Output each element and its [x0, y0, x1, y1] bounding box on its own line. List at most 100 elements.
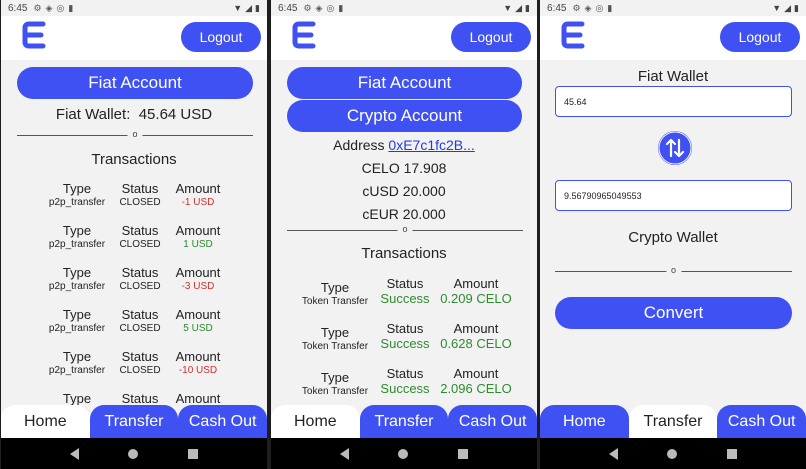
back-icon[interactable]: [608, 447, 618, 460]
logout-button[interactable]: Logout: [181, 22, 261, 52]
column-header: Amount: [175, 391, 221, 405]
android-nav-bar: [1, 438, 267, 469]
tab-cash-out[interactable]: Cash Out: [448, 405, 537, 438]
app-logo-icon: [22, 21, 46, 49]
status-value: CLOSED: [119, 281, 161, 292]
column-header: Status: [121, 391, 159, 405]
column-header: Amount: [453, 321, 499, 336]
column-header: Status: [386, 276, 424, 291]
fiat-account-button[interactable]: Fiat Account: [287, 67, 522, 99]
divider: o: [17, 129, 253, 140]
transactions-title: Transactions: [361, 245, 447, 262]
type-value: p2p_transfer: [48, 239, 106, 250]
back-icon[interactable]: [339, 447, 349, 460]
divider: o: [555, 265, 792, 276]
amount-cell: Amount 1 USD: [169, 223, 227, 251]
transfer-screen: 6:45 ⚙ ◈ ◎ ▮ ▼ ◢ ▮ Logout Fiat Wallet 45…: [540, 0, 806, 469]
fiat-amount-input[interactable]: 45.64: [555, 86, 792, 117]
fiat-wallet-value: 45.64 USD: [138, 106, 213, 123]
column-header: Type: [320, 325, 350, 340]
tab-cash-out[interactable]: Cash Out: [717, 405, 806, 438]
sd-card-status-icon: ▮: [607, 2, 613, 13]
recents-icon[interactable]: [458, 448, 469, 459]
status-value: CLOSED: [119, 239, 161, 250]
transfer-content: Fiat Wallet 45.64 9.56790965049553 Crypt…: [540, 60, 806, 405]
amount-value: 2.096 CELO: [440, 381, 512, 396]
table-row: Type p2p_transfer Status CLOSED Amount -1 USD: [1, 181, 267, 223]
table-row: Type Token Transfer Status Success Amount 2.0…: [271, 366, 537, 405]
logout-button[interactable]: Logout: [451, 22, 531, 52]
table-row: Type p2p_transfer Status CLOSED Amount -3 USD: [1, 265, 267, 307]
column-header: Status: [121, 307, 159, 322]
shield-status-icon: ◈: [45, 2, 53, 13]
status-cell: Status Success: [377, 366, 433, 396]
recents-icon[interactable]: [727, 448, 738, 459]
tab-home[interactable]: Home: [1, 405, 90, 438]
settings-status-icon: ⚙: [572, 2, 581, 13]
status-cell: Status: [115, 391, 165, 405]
settings-status-icon: ⚙: [303, 2, 312, 13]
tab-home[interactable]: Home: [271, 405, 360, 438]
column-header: Amount: [175, 349, 221, 364]
tab-home[interactable]: Home: [540, 405, 629, 438]
android-nav-bar: [540, 438, 806, 469]
android-nav-bar: [271, 438, 537, 469]
column-header: Amount: [453, 366, 499, 381]
tab-cash-out[interactable]: Cash Out: [178, 405, 267, 438]
bottom-tab-bar: Home Transfer Cash Out: [540, 405, 806, 438]
type-value: Token Transfer: [301, 386, 369, 397]
type-value: Token Transfer: [301, 296, 369, 307]
status-bar: 6:45 ⚙ ◈ ◎ ▮ ▼ ◢ ▮: [540, 0, 806, 16]
sync-status-icon: ◎: [595, 2, 604, 13]
column-header: Type: [62, 223, 92, 238]
amount-value: 0.628 CELO: [440, 336, 512, 351]
home-icon[interactable]: [667, 448, 678, 459]
convert-button[interactable]: Convert: [555, 297, 792, 329]
amount-value: -3 USD: [181, 281, 215, 292]
column-header: Status: [121, 349, 159, 364]
table-row: Type p2p_transfer Status CLOSED Amount 1 USD: [1, 223, 267, 265]
shield-status-icon: ◈: [584, 2, 592, 13]
logout-button[interactable]: Logout: [720, 22, 800, 52]
recents-icon[interactable]: [188, 448, 199, 459]
amount-cell: Amount: [169, 391, 227, 405]
amount-value: 0.209 CELO: [440, 291, 512, 306]
column-header: Type: [320, 280, 350, 295]
crypto-amount-input[interactable]: 9.56790965049553: [555, 180, 792, 211]
fiat-wallet-title: Fiat Wallet: [637, 68, 709, 85]
wifi-icon: ▼: [772, 2, 782, 13]
home-icon[interactable]: [398, 448, 409, 459]
fiat-wallet-balance: Fiat Wallet: 45.64 USD: [1, 106, 267, 123]
home-icon[interactable]: [128, 448, 139, 459]
accounts-content: Fiat Account Crypto Account Address 0xE7…: [271, 60, 537, 405]
battery-icon: ▮: [255, 2, 260, 13]
tab-transfer[interactable]: Transfer: [628, 405, 718, 438]
type-cell: Type p2p_transfer: [43, 349, 111, 377]
status-cell: Status CLOSED: [115, 265, 165, 293]
crypto-account-button[interactable]: Crypto Account: [287, 100, 522, 132]
divider-mark: o: [665, 265, 682, 275]
app-header: Logout: [540, 16, 806, 60]
tab-transfer[interactable]: Transfer: [89, 405, 179, 438]
signal-icon: ◢: [515, 2, 523, 13]
amount-value: 5 USD: [183, 323, 213, 334]
amount-cell: Amount -3 USD: [169, 265, 227, 293]
type-cell: Type p2p_transfer: [43, 265, 111, 293]
status-value: Success: [380, 381, 430, 396]
column-header: Status: [386, 321, 424, 336]
status-value: Success: [380, 291, 430, 306]
back-icon[interactable]: [69, 447, 79, 460]
table-row: Type p2p_transfer Status CLOSED Amount -10 US…: [1, 349, 267, 391]
amount-value: -10 USD: [178, 365, 218, 376]
swap-arrows-icon[interactable]: [658, 131, 692, 165]
column-header: Type: [62, 391, 92, 405]
column-header: Type: [320, 370, 350, 385]
sync-status-icon: ◎: [56, 2, 65, 13]
tab-transfer[interactable]: Transfer: [359, 405, 449, 438]
address-link[interactable]: 0xE7c1fc2B...: [388, 137, 474, 153]
home-screen: 6:45 ⚙ ◈ ◎ ▮ ▼ ◢ ▮ Logout Fiat Account F…: [1, 0, 267, 469]
crypto-wallet-title: Crypto Wallet: [628, 229, 718, 246]
signal-icon: ◢: [245, 2, 253, 13]
fiat-account-button[interactable]: Fiat Account: [17, 67, 253, 99]
status-cell: Status CLOSED: [115, 349, 165, 377]
